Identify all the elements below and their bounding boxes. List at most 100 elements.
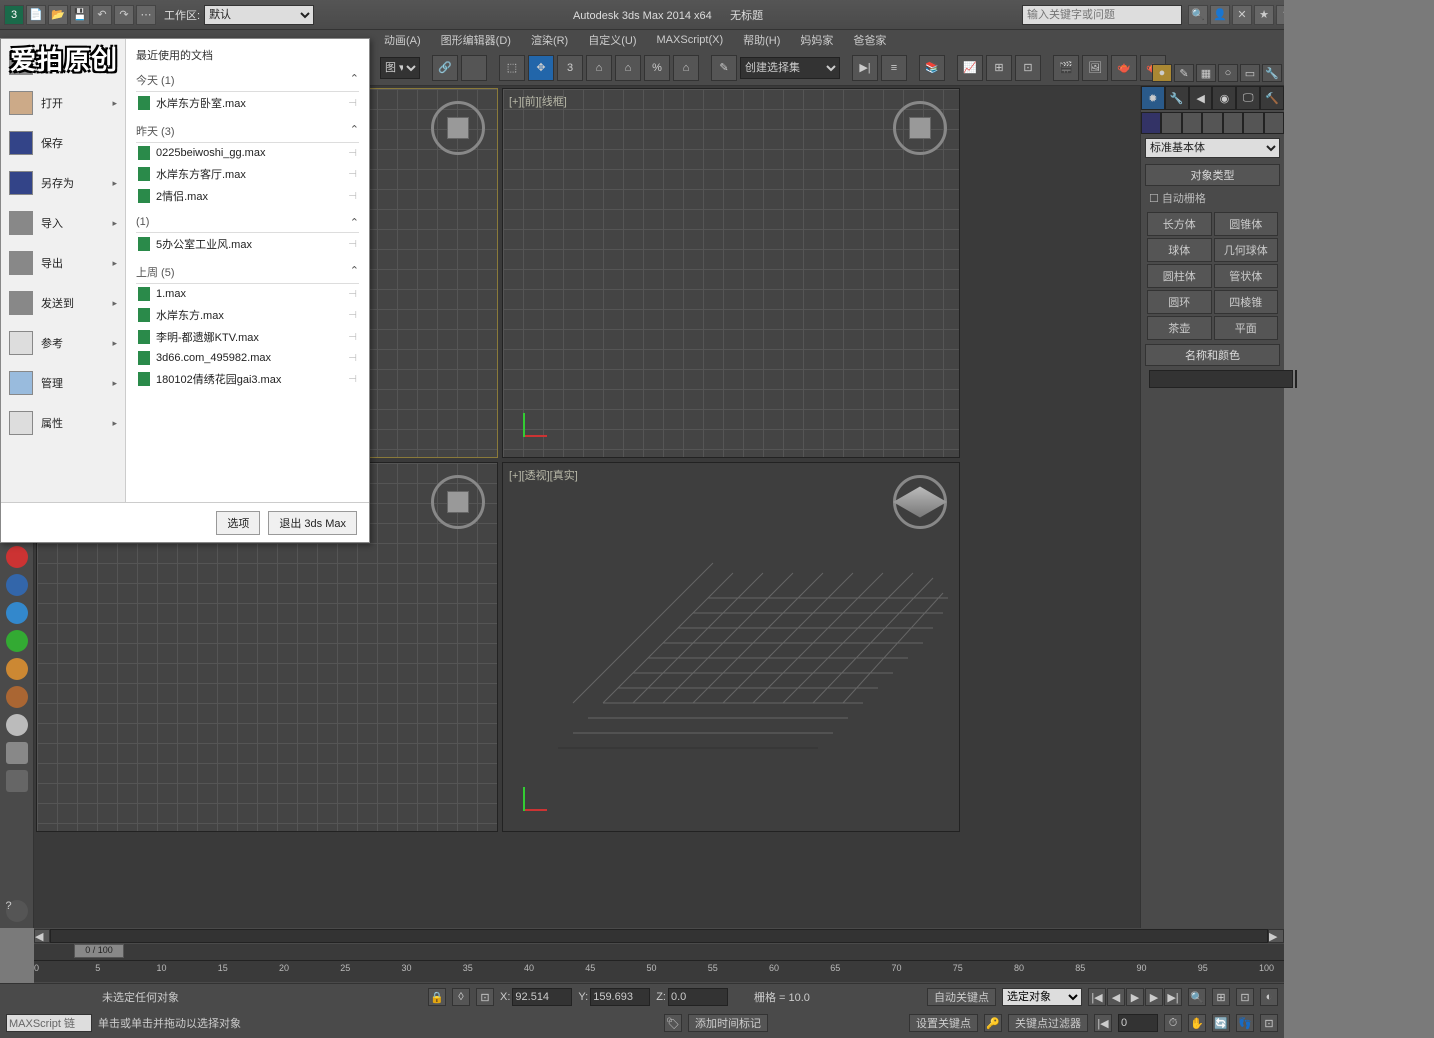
viewcube-left[interactable] <box>431 475 485 529</box>
nav-zoom-ext-icon[interactable]: ⊡ <box>1236 988 1254 1006</box>
select-move-icon[interactable]: ✥ <box>528 55 554 81</box>
vp-edged-icon[interactable]: ✎ <box>1174 64 1194 82</box>
pin-icon[interactable]: ⊣ <box>348 289 357 300</box>
pin-icon[interactable]: ⊣ <box>348 148 357 159</box>
coord-y-input[interactable] <box>590 988 650 1006</box>
recent-file-item[interactable]: 水岸东方.max⊣ <box>136 304 359 326</box>
ltool-blue-icon[interactable] <box>6 574 28 596</box>
primitive-button[interactable]: 长方体 <box>1147 212 1212 236</box>
nav-zoom-all-icon[interactable]: ⊞ <box>1212 988 1230 1006</box>
lock-icon[interactable]: 🔒 <box>428 988 446 1006</box>
ltool-orange-icon[interactable] <box>6 658 28 680</box>
unlink-icon[interactable] <box>461 55 487 81</box>
workspace-select[interactable]: 默认 <box>204 5 314 25</box>
autogrid-checkbox[interactable]: ☐ 自动栅格 <box>1145 186 1280 210</box>
autokey-button[interactable]: 自动关键点 <box>927 988 996 1006</box>
tab-create-icon[interactable]: ✹ <box>1141 86 1165 110</box>
recent-group-header[interactable]: 昨天 (3)⌃ <box>136 120 359 143</box>
ltool-green-icon[interactable] <box>6 630 28 652</box>
tab-hierarchy-icon[interactable]: ◀ <box>1189 86 1213 110</box>
vp-label-front[interactable]: [+][前][线框] <box>509 93 567 109</box>
nav-pan-icon[interactable]: ✋ <box>1188 1014 1206 1032</box>
menu-custom2[interactable]: 爸爸家 <box>849 30 890 50</box>
pin-icon[interactable]: ⊣ <box>348 353 357 364</box>
appmenu-export[interactable]: 导出▸ <box>1 243 125 283</box>
maxscript-listener[interactable] <box>6 1014 92 1032</box>
snap-angle-icon[interactable]: ⌂ <box>615 55 641 81</box>
key-filters[interactable]: 关键点过滤器 <box>1008 1014 1088 1032</box>
goto-start-icon[interactable]: |◀ <box>1088 988 1106 1006</box>
options-button[interactable]: 选项 <box>216 511 260 535</box>
qat-undo-icon[interactable]: ↶ <box>92 5 112 25</box>
primitive-button[interactable]: 几何球体 <box>1214 238 1279 262</box>
menu-customize[interactable]: 自定义(U) <box>584 30 640 50</box>
coord-x-input[interactable] <box>512 988 572 1006</box>
vp-safe-icon[interactable]: ▭ <box>1240 64 1260 82</box>
menu-rendering[interactable]: 渲染(R) <box>527 30 572 50</box>
app-logo-icon[interactable]: 3 <box>4 5 24 25</box>
recent-file-item[interactable]: 1.max⊣ <box>136 284 359 304</box>
tab-motion-icon[interactable]: ◉ <box>1212 86 1236 110</box>
nav-fov-icon[interactable]: ◐ <box>1260 988 1278 1006</box>
pin-icon[interactable]: ⊣ <box>348 191 357 202</box>
vp-shade-icon[interactable]: ▦ <box>1196 64 1216 82</box>
select-rotate-icon[interactable]: 3 <box>557 55 583 81</box>
tab-utilities-icon[interactable]: 🔨 <box>1260 86 1284 110</box>
recent-file-item[interactable]: 0225beiwoshi_gg.max⊣ <box>136 143 359 163</box>
key-mode-icon[interactable]: 🔑 <box>984 1014 1002 1032</box>
geometry-category-select[interactable]: 标准基本体 <box>1145 138 1280 158</box>
appmenu-manage[interactable]: 管理▸ <box>1 363 125 403</box>
primitive-button[interactable]: 圆柱体 <box>1147 264 1212 288</box>
recent-file-item[interactable]: 水岸东方客厅.max⊣ <box>136 163 359 185</box>
rollout-name-color[interactable]: 名称和颜色 <box>1145 344 1280 366</box>
menu-maxscript[interactable]: MAXScript(X) <box>653 32 728 48</box>
subtab-lights-icon[interactable] <box>1182 112 1202 134</box>
time-scroll-track[interactable] <box>50 929 1268 943</box>
current-frame-input[interactable] <box>1118 1014 1158 1032</box>
primitive-button[interactable]: 球体 <box>1147 238 1212 262</box>
time-slider-thumb[interactable]: 0 / 100 <box>74 944 124 958</box>
viewport-front[interactable]: [+][前][线框] <box>502 88 960 458</box>
search-icon[interactable]: 🔍 <box>1188 5 1208 25</box>
recent-file-item[interactable]: 李明-都遗娜KTV.max⊣ <box>136 326 359 348</box>
ltool-gray-icon[interactable] <box>6 714 28 736</box>
subtab-helpers-icon[interactable] <box>1223 112 1243 134</box>
snap-spinner-icon[interactable]: ⌂ <box>673 55 699 81</box>
primitive-button[interactable]: 管状体 <box>1214 264 1279 288</box>
menu-graph-editors[interactable]: 图形编辑器(D) <box>437 30 515 50</box>
primitive-button[interactable]: 圆锥体 <box>1214 212 1279 236</box>
time-scroll-left-icon[interactable]: ◀ <box>34 929 50 943</box>
schematic-icon[interactable]: ⊞ <box>986 55 1012 81</box>
add-time-tag[interactable]: 添加时间标记 <box>688 1014 768 1032</box>
object-name-input[interactable] <box>1149 370 1293 388</box>
exchange-icon[interactable]: ✕ <box>1232 5 1252 25</box>
time-scroll-right-icon[interactable]: ▶ <box>1268 929 1284 943</box>
rollout-object-type[interactable]: 对象类型 <box>1145 164 1280 186</box>
object-color-swatch[interactable] <box>1295 370 1297 388</box>
viewcube-persp[interactable] <box>893 475 947 529</box>
recent-group-header[interactable]: 今天 (1)⌃ <box>136 69 359 92</box>
time-slider[interactable]: 0 / 100 <box>34 944 1284 960</box>
time-tag-icon[interactable]: 🏷 <box>664 1014 682 1032</box>
recent-group-header[interactable]: 上周 (5)⌃ <box>136 261 359 284</box>
layers-icon[interactable]: 📚 <box>919 55 945 81</box>
appmenu-import[interactable]: 导入▸ <box>1 203 125 243</box>
material-editor-icon[interactable]: ⊡ <box>1015 55 1041 81</box>
pin-icon[interactable]: ⊣ <box>348 310 357 321</box>
qat-project-icon[interactable]: ⋯ <box>136 5 156 25</box>
appmenu-sendto[interactable]: 发送到▸ <box>1 283 125 323</box>
viewcube-top[interactable] <box>431 101 485 155</box>
menu-custom1[interactable]: 妈妈家 <box>796 30 837 50</box>
pin-icon[interactable]: ⊣ <box>348 169 357 180</box>
select-scale-icon[interactable]: ⌂ <box>586 55 612 81</box>
appmenu-open[interactable]: 打开▸ <box>1 83 125 123</box>
render-setup-icon[interactable]: 🎬 <box>1053 55 1079 81</box>
viewcube-front[interactable] <box>893 101 947 155</box>
subtab-space-icon[interactable] <box>1243 112 1263 134</box>
next-frame-icon[interactable]: ▶ <box>1145 988 1163 1006</box>
isolate-icon[interactable]: ◊ <box>452 988 470 1006</box>
render-frame-icon[interactable]: 🖼 <box>1082 55 1108 81</box>
key-target-select[interactable]: 选定对象 <box>1002 988 1082 1006</box>
appmenu-saveas[interactable]: 另存为▸ <box>1 163 125 203</box>
tab-modify-icon[interactable]: 🔧 <box>1165 86 1189 110</box>
